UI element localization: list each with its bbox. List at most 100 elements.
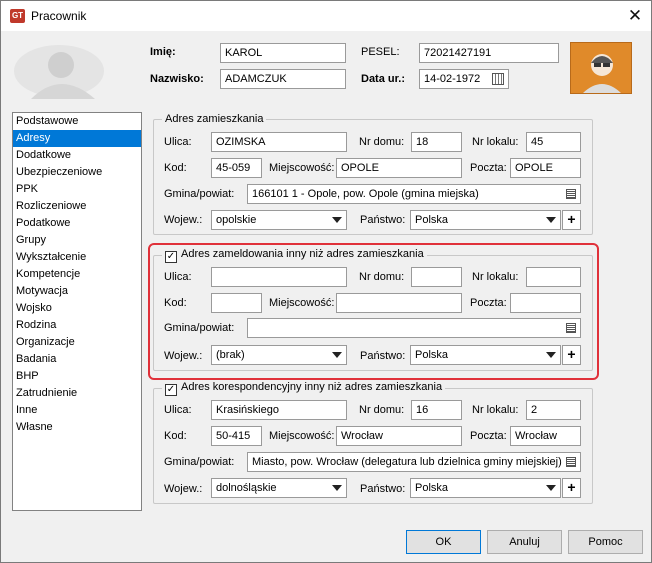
address3-house-number-field[interactable]: 16 xyxy=(411,400,462,420)
address2-municipality-field[interactable] xyxy=(247,318,581,338)
address-registration-checkbox[interactable]: ✓ xyxy=(165,251,177,263)
sidebar-item-grupy[interactable]: Grupy xyxy=(13,232,141,249)
address2-voivodeship-select[interactable]: (brak) xyxy=(211,345,347,365)
poczta-label: Poczta: xyxy=(470,162,507,174)
sidebar-item-wyksztalcenie[interactable]: Wykształcenie xyxy=(13,249,141,266)
panstwo-label: Państwo: xyxy=(360,214,406,226)
address2-postcode-field[interactable] xyxy=(211,293,262,313)
address1-postcode-field[interactable]: 45-059 xyxy=(211,158,262,178)
sidebar-list[interactable]: Podstawowe Adresy Dodatkowe Ubezpieczeni… xyxy=(12,112,142,511)
address2-house-number-field[interactable] xyxy=(411,267,462,287)
sidebar-item-ubezpieczeniowe[interactable]: Ubezpieczeniowe xyxy=(13,164,141,181)
chevron-down-icon xyxy=(332,217,342,223)
nr-lokalu-label: Nr lokalu: xyxy=(472,136,519,148)
sidebar-item-podatkowe[interactable]: Podatkowe xyxy=(13,215,141,232)
wojew-label: Wojew.: xyxy=(164,483,203,495)
list-picker-icon[interactable] xyxy=(566,189,576,199)
address3-municipality-value: Miasto, pow. Wrocław (delegatura lub dzi… xyxy=(252,456,562,468)
address2-flat-number-field[interactable] xyxy=(526,267,581,287)
window-title: Pracownik xyxy=(31,9,87,23)
birth-date-field[interactable]: 14-02-1972 xyxy=(419,69,509,89)
sidebar-item-rodzina[interactable]: Rodzina xyxy=(13,317,141,334)
address3-voivodeship-select[interactable]: dolnośląskie xyxy=(211,478,347,498)
address3-country-value: Polska xyxy=(415,482,449,494)
address1-country-select[interactable]: Polska xyxy=(410,210,561,230)
sidebar-item-kompetencje[interactable]: Kompetencje xyxy=(13,266,141,283)
address1-municipality-field[interactable]: 166101 1 - Opole, pow. Opole (gmina miej… xyxy=(247,184,581,204)
address-correspondence-title-wrap[interactable]: ✓ Adres korespondencyjny inny niż adres z… xyxy=(162,381,446,396)
chevron-down-icon xyxy=(332,352,342,358)
nazwisko-label: Nazwisko: xyxy=(150,73,204,85)
help-button[interactable]: Pomoc xyxy=(568,530,643,554)
user-avatar-icon xyxy=(583,54,621,93)
panstwo-label: Państwo: xyxy=(360,483,406,495)
chevron-down-icon xyxy=(546,485,556,491)
address-correspondence-checkbox[interactable]: ✓ xyxy=(165,384,177,396)
address2-post-office-field[interactable] xyxy=(510,293,581,313)
address3-street-field[interactable]: Krasińskiego xyxy=(211,400,347,420)
ulica-label: Ulica: xyxy=(164,404,192,416)
chevron-down-icon xyxy=(546,352,556,358)
address2-add-button[interactable]: + xyxy=(562,345,581,365)
sidebar-item-rozliczeniowe[interactable]: Rozliczeniowe xyxy=(13,198,141,215)
cancel-button[interactable]: Anuluj xyxy=(487,530,562,554)
nazwisko-field[interactable]: ADAMCZUK xyxy=(220,69,346,89)
address3-postcode-field[interactable]: 50-415 xyxy=(211,426,262,446)
data-ur-label: Data ur.: xyxy=(361,73,406,85)
address1-add-button[interactable]: + xyxy=(562,210,581,230)
sidebar-item-inne[interactable]: Inne xyxy=(13,402,141,419)
address1-municipality-value: 166101 1 - Opole, pow. Opole (gmina miej… xyxy=(252,188,479,200)
address1-voivodeship-select[interactable]: opolskie xyxy=(211,210,347,230)
address3-country-select[interactable]: Polska xyxy=(410,478,561,498)
close-icon[interactable]: ✕ xyxy=(621,3,649,29)
sidebar-item-wojsko[interactable]: Wojsko xyxy=(13,300,141,317)
title-bar: GT Pracownik ✕ xyxy=(1,1,651,31)
sidebar-item-wlasne[interactable]: Własne xyxy=(13,419,141,436)
sidebar-item-adresy[interactable]: Adresy xyxy=(13,130,141,147)
address3-flat-number-field[interactable]: 2 xyxy=(526,400,581,420)
address-registration-title: Adres zameldowania inny niż adres zamies… xyxy=(181,248,424,260)
address1-country-value: Polska xyxy=(415,214,449,226)
address2-street-field[interactable] xyxy=(211,267,347,287)
sidebar-item-badania[interactable]: Badania xyxy=(13,351,141,368)
birth-date-value: 14-02-1972 xyxy=(424,73,481,85)
sidebar-item-podstawowe[interactable]: Podstawowe xyxy=(13,113,141,130)
sidebar-item-organizacje[interactable]: Organizacje xyxy=(13,334,141,351)
list-picker-icon[interactable] xyxy=(566,457,576,467)
address1-flat-number-field[interactable]: 45 xyxy=(526,132,581,152)
address2-country-select[interactable]: Polska xyxy=(410,345,561,365)
sidebar-item-ppk[interactable]: PPK xyxy=(13,181,141,198)
ulica-label: Ulica: xyxy=(164,271,192,283)
address3-post-office-field[interactable]: Wrocław xyxy=(510,426,581,446)
panstwo-label: Państwo: xyxy=(360,350,406,362)
address-registration-title-wrap[interactable]: ✓ Adres zameldowania inny niż adres zamie… xyxy=(162,248,427,263)
address1-city-field[interactable]: OPOLE xyxy=(336,158,462,178)
ok-button[interactable]: OK xyxy=(406,530,481,554)
address3-city-field[interactable]: Wrocław xyxy=(336,426,462,446)
gmina-label: Gmina/powiat: xyxy=(164,188,235,200)
pesel-field[interactable]: 72021427191 xyxy=(419,43,559,63)
address2-city-field[interactable] xyxy=(336,293,462,313)
address3-add-button[interactable]: + xyxy=(562,478,581,498)
address3-voivodeship-value: dolnośląskie xyxy=(216,482,277,494)
header-photo-placeholder xyxy=(9,41,137,101)
imie-field[interactable]: KAROL xyxy=(220,43,346,63)
list-picker-icon[interactable] xyxy=(566,323,576,333)
sidebar-item-zatrudnienie[interactable]: Zatrudnienie xyxy=(13,385,141,402)
miejscowosc-label: Miejscowość: xyxy=(269,162,335,174)
sidebar-item-bhp[interactable]: BHP xyxy=(13,368,141,385)
nr-lokalu-label: Nr lokalu: xyxy=(472,404,519,416)
person-silhouette-icon xyxy=(14,45,104,99)
address2-country-value: Polska xyxy=(415,349,449,361)
miejscowosc-label: Miejscowość: xyxy=(269,430,335,442)
address1-post-office-field[interactable]: OPOLE xyxy=(510,158,581,178)
address3-municipality-field[interactable]: Miasto, pow. Wrocław (delegatura lub dzi… xyxy=(247,452,581,472)
sidebar-item-motywacja[interactable]: Motywacja xyxy=(13,283,141,300)
avatar xyxy=(570,42,632,94)
address1-house-number-field[interactable]: 18 xyxy=(411,132,462,152)
kod-label: Kod: xyxy=(164,162,187,174)
sidebar-item-dodatkowe[interactable]: Dodatkowe xyxy=(13,147,141,164)
address1-street-field[interactable]: OZIMSKA xyxy=(211,132,347,152)
gmina-label: Gmina/powiat: xyxy=(164,456,235,468)
calendar-icon[interactable] xyxy=(492,73,504,85)
